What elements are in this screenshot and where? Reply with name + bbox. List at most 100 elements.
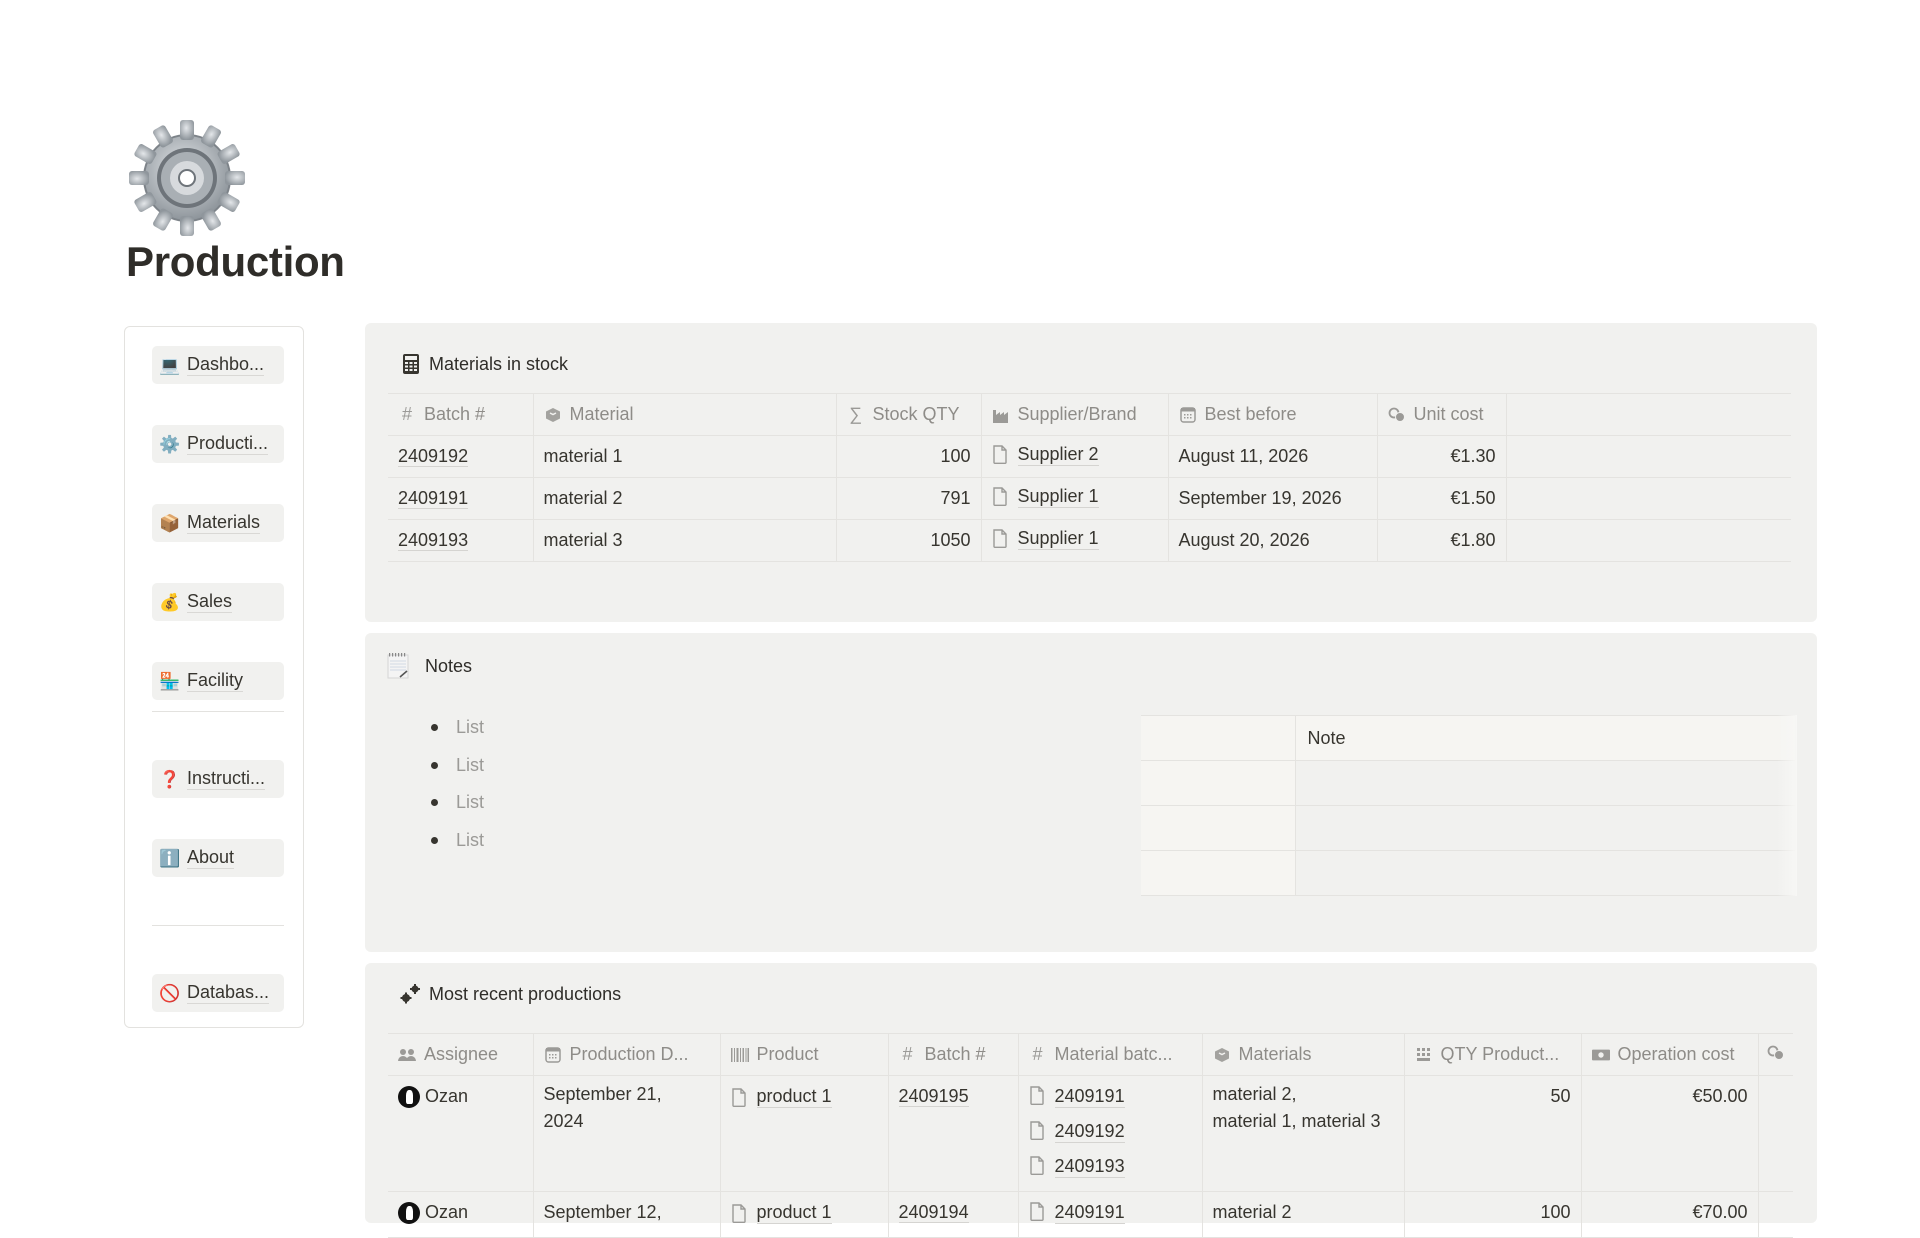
batch-cell[interactable]: 2409193: [388, 519, 534, 562]
table-row: [1141, 805, 1796, 851]
coins-icon: [1388, 406, 1406, 424]
sidebar-item-dashboard[interactable]: 💻 Dashbo...: [152, 346, 284, 384]
table-cell[interactable]: [1295, 805, 1796, 851]
batch-link[interactable]: 2409192: [398, 446, 469, 467]
table-row: [1141, 760, 1796, 806]
gear-icon: ⚙️: [159, 434, 181, 454]
material-batch-link[interactable]: 2409191: [1054, 1202, 1125, 1224]
column-header-best-before[interactable]: Best before: [1168, 393, 1378, 436]
page-icon: [992, 487, 1007, 507]
supplier-cell[interactable]: Supplier 1: [981, 477, 1169, 520]
batch-cell[interactable]: 2409195: [888, 1075, 1019, 1192]
relation-icon: [544, 406, 562, 424]
product-link[interactable]: product 1: [756, 1202, 832, 1224]
product-cell[interactable]: product 1: [720, 1191, 889, 1238]
bullet-item[interactable]: List: [422, 751, 484, 789]
table-row[interactable]: 2409193 material 3 1050 Supplier 1 Augus…: [388, 519, 1791, 562]
column-header-material[interactable]: Material: [533, 393, 837, 436]
sidebar-item-databases[interactable]: 🚫 Databas...: [152, 974, 284, 1012]
table-cell[interactable]: [1141, 760, 1296, 806]
table-row[interactable]: Ozan September 12, product 1 2409194 240…: [388, 1191, 1793, 1238]
column-header-operation-cost[interactable]: Operation cost: [1581, 1033, 1759, 1076]
batch-link[interactable]: 2409191: [398, 488, 469, 509]
column-header-assignee[interactable]: Assignee: [388, 1033, 534, 1076]
sidebar-item-label: Sales: [187, 591, 233, 613]
column-header-batch[interactable]: # Batch #: [888, 1033, 1019, 1076]
supplier-link[interactable]: Supplier 1: [1017, 528, 1099, 550]
assignee-cell[interactable]: Ozan: [388, 1191, 534, 1238]
supplier-cell[interactable]: Supplier 1: [981, 519, 1169, 562]
prohibited-icon: 🚫: [159, 983, 181, 1003]
column-label: Material: [569, 404, 634, 424]
best-before-cell: September 19, 2026: [1168, 477, 1378, 520]
batch-cell[interactable]: 2409194: [888, 1191, 1019, 1238]
page-icon: [1029, 1156, 1044, 1175]
column-header-supplier[interactable]: Supplier/Brand: [981, 393, 1169, 436]
table-row[interactable]: Ozan September 21, 2024 product 1 2409195…: [388, 1075, 1793, 1192]
cost-cell: [1758, 1191, 1793, 1238]
table-cell[interactable]: [1141, 805, 1296, 851]
empty-cell: [1506, 435, 1791, 478]
table-cell[interactable]: [1295, 760, 1796, 806]
column-label: Assignee: [424, 1044, 499, 1064]
column-header-cost[interactable]: [1758, 1033, 1793, 1076]
column-header-materials[interactable]: Materials: [1202, 1033, 1405, 1076]
page-icon: [992, 445, 1007, 465]
sidebar-item-about[interactable]: ℹ️ About: [152, 839, 284, 877]
scroll-fade: [1777, 715, 1797, 896]
table-row[interactable]: 2409192 material 1 100 Supplier 2 August…: [388, 435, 1791, 478]
hash-icon: #: [401, 404, 412, 424]
batch-link[interactable]: 2409195: [898, 1086, 969, 1107]
column-header-product[interactable]: Product: [720, 1033, 889, 1076]
material-batch-link[interactable]: 2409192: [1054, 1121, 1125, 1143]
calculator-icon: [400, 353, 422, 375]
date-text: September 12,: [543, 1202, 662, 1222]
column-header-stock-qty[interactable]: ∑ Stock QTY: [836, 393, 982, 436]
column-header-material-batches[interactable]: # Material batc...: [1018, 1033, 1203, 1076]
batch-link[interactable]: 2409194: [898, 1202, 969, 1223]
table-cell[interactable]: [1141, 715, 1296, 761]
material-batch-link[interactable]: 2409191: [1054, 1086, 1125, 1108]
table-cell[interactable]: [1295, 850, 1796, 896]
batch-cell[interactable]: 2409192: [388, 435, 534, 478]
sidebar-item-sales[interactable]: 💰 Sales: [152, 583, 284, 621]
supplier-cell[interactable]: Supplier 2: [981, 435, 1169, 478]
bullet-item[interactable]: List: [422, 826, 484, 864]
table-row[interactable]: 2409191 material 2 791 Supplier 1 Septem…: [388, 477, 1791, 520]
batch-link[interactable]: 2409193: [398, 530, 469, 551]
supplier-link[interactable]: Supplier 2: [1017, 444, 1099, 466]
money-bag-icon: 💰: [159, 592, 181, 612]
hash-icon: #: [1032, 1044, 1043, 1064]
package-icon: 📦: [159, 513, 181, 533]
page-title: Production: [126, 238, 345, 285]
table-cell[interactable]: [1141, 850, 1296, 896]
page-icon: [1029, 1202, 1044, 1221]
materials-in-stock-title[interactable]: Materials in stock: [400, 353, 568, 375]
column-header-production-date[interactable]: Production D...: [533, 1033, 721, 1076]
bullet-item[interactable]: List: [422, 788, 484, 826]
product-link[interactable]: product 1: [756, 1086, 832, 1108]
column-header-qty-produced[interactable]: QTY Product...: [1404, 1033, 1582, 1076]
page-icon: [1029, 1086, 1044, 1105]
assignee-cell[interactable]: Ozan: [388, 1075, 534, 1192]
empty-cell: [1506, 519, 1791, 562]
column-header-batch[interactable]: # Batch #: [388, 393, 534, 436]
batch-cell[interactable]: 2409191: [388, 477, 534, 520]
hash-icon: #: [902, 1044, 913, 1064]
column-label: Batch #: [424, 404, 486, 424]
sidebar-item-instructions[interactable]: ❓ Instructi...: [152, 760, 284, 798]
notes-title[interactable]: Notes: [387, 653, 472, 679]
column-label: Product: [756, 1044, 819, 1064]
table-header-note[interactable]: Note: [1295, 715, 1796, 761]
grid-icon: [1415, 1046, 1433, 1064]
sidebar-item-facility[interactable]: 🏪 Facility: [152, 662, 284, 700]
material-batch-link[interactable]: 2409193: [1054, 1156, 1125, 1178]
product-cell[interactable]: product 1: [720, 1075, 889, 1192]
supplier-link[interactable]: Supplier 1: [1017, 486, 1099, 508]
column-header-unit-cost[interactable]: Unit cost: [1377, 393, 1507, 436]
sidebar-item-materials[interactable]: 📦 Materials: [152, 504, 284, 542]
bullet-item[interactable]: List: [422, 713, 484, 751]
recent-productions-title[interactable]: Most recent productions: [400, 983, 621, 1005]
material-cell: material 1: [533, 435, 837, 478]
sidebar-item-production[interactable]: ⚙️ Producti...: [152, 425, 284, 463]
